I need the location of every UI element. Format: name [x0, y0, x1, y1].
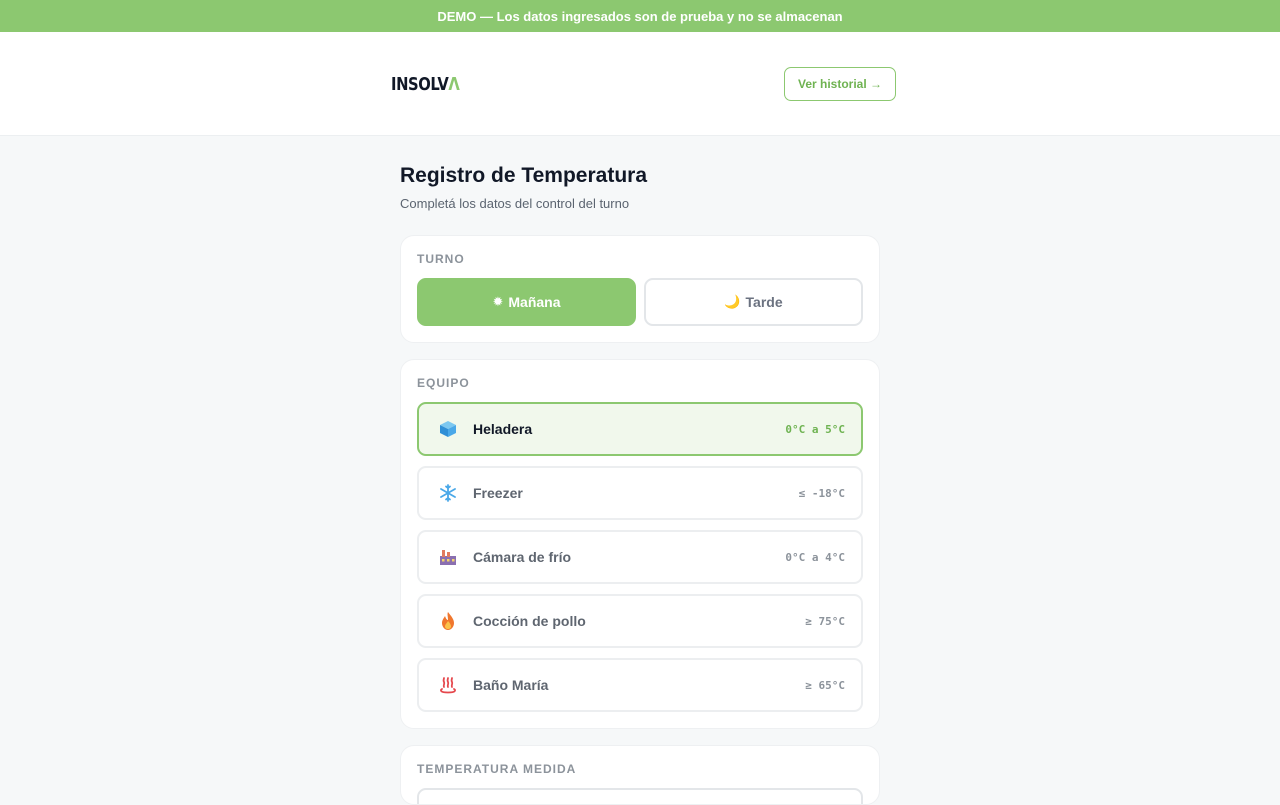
shift-afternoon-button[interactable]: 🌙 Tarde: [644, 278, 863, 326]
page-title: Registro de Temperatura: [400, 164, 648, 187]
shift-morning-label: Mañana: [508, 294, 561, 310]
shift-selector: ✹ Mañana 🌙 Tarde: [417, 278, 863, 326]
fire-icon: [437, 610, 459, 632]
equipment-item-heladera[interactable]: Heladera 0°C a 5°C: [417, 402, 863, 456]
equipment-item-camara[interactable]: Cámara de frío 0°C a 4°C: [417, 530, 863, 584]
equipment-item-bano-maria[interactable]: Baño María ≥ 65°C: [417, 658, 863, 712]
logo-accent: Λ: [448, 74, 460, 95]
equipment-range: 0°C a 5°C: [785, 422, 845, 436]
snowflake-icon: [437, 482, 459, 504]
equipment-name: Freezer: [473, 485, 523, 501]
equipment-name: Cocción de pollo: [473, 613, 586, 629]
ice-cube-icon: [437, 418, 459, 440]
shift-section-label: TURNO: [417, 252, 465, 266]
shift-afternoon-label: Tarde: [745, 294, 783, 310]
main-content: Registro de Temperatura Completá los dat…: [400, 136, 880, 805]
equipment-range: 0°C a 4°C: [785, 550, 845, 564]
equipment-range: ≥ 65°C: [805, 678, 845, 692]
temperature-card: TEMPERATURA MEDIDA: [400, 745, 880, 805]
temperature-input[interactable]: [417, 788, 863, 804]
equipment-name: Cámara de frío: [473, 549, 572, 565]
demo-banner-text: DEMO — Los datos ingresados son de prueb…: [437, 8, 843, 24]
top-header: INSOLVΛ Ver historial →: [0, 32, 1280, 136]
sun-icon: ✹: [492, 294, 504, 309]
equipment-section-label: EQUIPO: [417, 376, 470, 390]
equipment-card: EQUIPO Heladera 0°C a 5°C Freezer ≤ -18°…: [400, 359, 880, 729]
moon-icon: 🌙: [724, 294, 741, 309]
equipment-list: Heladera 0°C a 5°C Freezer ≤ -18°C Cámar…: [417, 402, 863, 712]
equipment-item-freezer[interactable]: Freezer ≤ -18°C: [417, 466, 863, 520]
equipment-range: ≤ -18°C: [798, 486, 845, 500]
equipment-name: Baño María: [473, 677, 549, 693]
equipment-item-coccion[interactable]: Cocción de pollo ≥ 75°C: [417, 594, 863, 648]
logo-text: INSOLV: [391, 74, 449, 95]
factory-icon: [437, 546, 459, 568]
temperature-section-label: TEMPERATURA MEDIDA: [417, 762, 577, 776]
equipment-name: Heladera: [473, 421, 533, 437]
shift-morning-button[interactable]: ✹ Mañana: [417, 278, 636, 326]
page-subtitle: Completá los datos del control del turno: [400, 196, 630, 211]
view-history-button[interactable]: Ver historial →: [784, 67, 896, 101]
insolva-logo[interactable]: INSOLVΛ: [391, 74, 460, 95]
equipment-range: ≥ 75°C: [805, 614, 845, 628]
demo-banner: DEMO — Los datos ingresados son de prueb…: [0, 0, 1280, 32]
shift-card: TURNO ✹ Mañana 🌙 Tarde: [400, 235, 880, 343]
hot-springs-icon: [437, 674, 459, 696]
